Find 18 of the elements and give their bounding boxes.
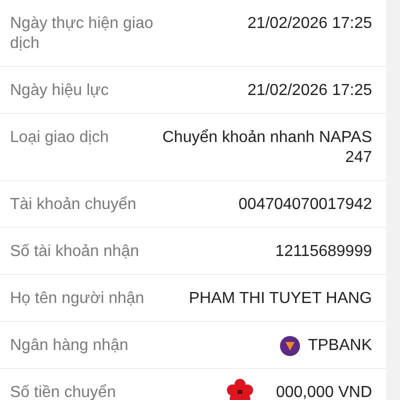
field-value: PHAM THI TUYET HANG [188, 289, 372, 309]
field-label: Ngày thực hiện giao dịch [10, 14, 154, 54]
field-value: 21/02/2026 17:25 [247, 14, 372, 34]
field-value: 000,000 VND [276, 383, 372, 400]
bank-logo-icon [280, 336, 300, 356]
field-label: Số tài khoản nhận [10, 242, 140, 262]
field-label: Họ tên người nhận [10, 289, 146, 309]
field-value: 21/02/2026 17:25 [247, 81, 372, 101]
field-value: 004704070017942 [238, 195, 372, 215]
flower-sticker-icon [226, 378, 254, 400]
field-value: TPBANK [308, 336, 372, 356]
field-value: Chuyển khoản nhanh NAPAS 247 [161, 128, 372, 168]
field-label: Tài khoản chuyển [10, 195, 138, 215]
field-label: Số tiền chuyển [10, 383, 117, 400]
field-label: Loại giao dịch [10, 128, 110, 148]
field-label: Ngân hàng nhận [10, 336, 130, 356]
field-value: 12115689999 [275, 242, 372, 262]
field-label: Ngày hiệu lực [10, 81, 110, 101]
